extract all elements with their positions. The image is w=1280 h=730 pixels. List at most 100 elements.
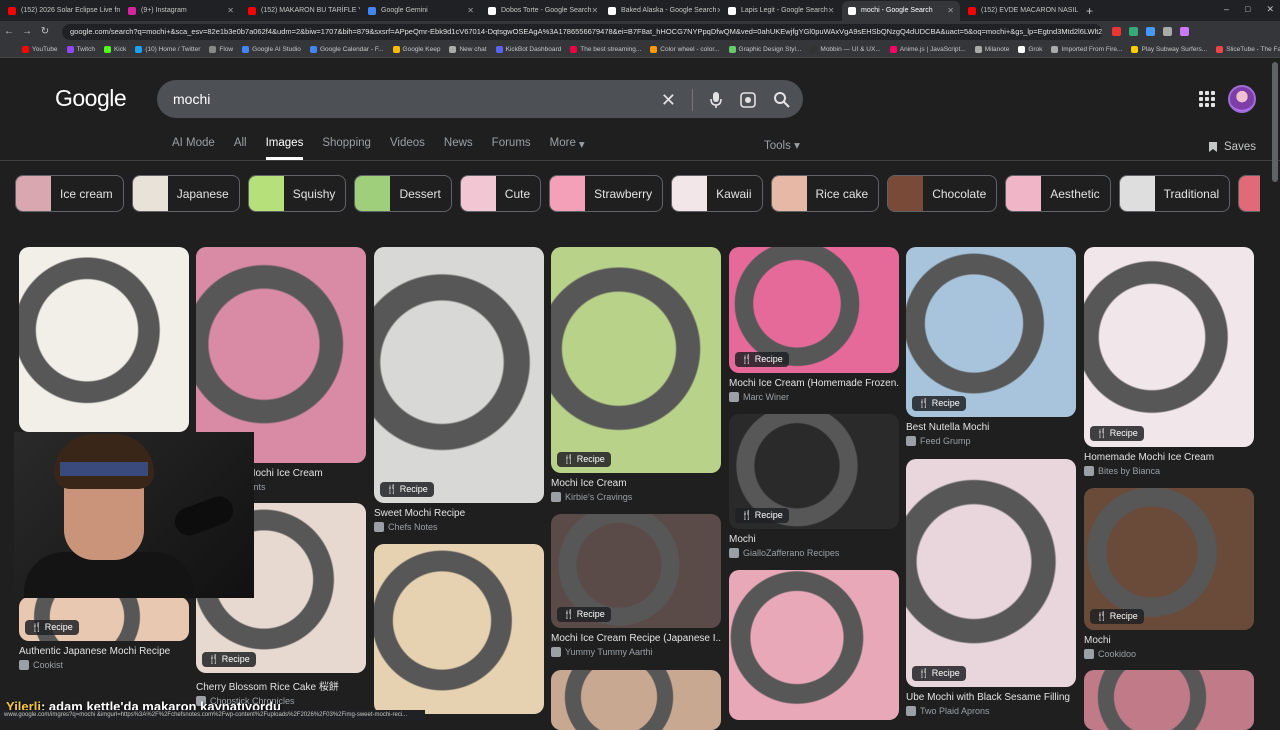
tab-images[interactable]: Images <box>265 137 304 160</box>
tools-button[interactable]: Tools ▾ <box>764 138 800 152</box>
bookmark-item[interactable]: SliceTube - The Fast... <box>1216 46 1280 53</box>
maximize-icon[interactable]: □ <box>1245 4 1250 15</box>
browser-tab[interactable]: (152) 2026 Solar Eclipse Live fro✕ <box>2 1 120 21</box>
search-input[interactable]: mochi <box>173 91 210 107</box>
result-title[interactable]: Mochi Ice Cream (Homemade Frozen... <box>729 378 899 389</box>
tab-shopping[interactable]: Shopping <box>322 137 371 160</box>
result-image[interactable]: 🍴 Recipe <box>1084 247 1254 447</box>
bookmark-item[interactable]: Google Keep <box>392 46 440 53</box>
result-image[interactable]: 🍴 Recipe <box>1084 488 1254 630</box>
refinement-chip[interactable]: Da <box>1238 175 1260 212</box>
extension-icon[interactable] <box>1112 27 1121 36</box>
bookmark-item[interactable]: KickBot Dashboard <box>495 46 561 53</box>
result-title[interactable]: Mochi <box>1084 635 1254 646</box>
clear-icon[interactable]: ✕ <box>661 90 676 111</box>
result-source[interactable]: Chefs Notes <box>374 522 544 532</box>
tab-close-icon[interactable]: ✕ <box>592 6 599 15</box>
browser-tab[interactable]: Google Gemini ✕ <box>362 1 480 21</box>
image-result[interactable]: 🍴 Recipe Mochi Ice Cream Kirbie's Cravings <box>551 247 721 502</box>
tab-close-icon[interactable]: ✕ <box>947 6 954 15</box>
result-title[interactable]: Best Nutella Mochi <box>906 422 1076 433</box>
result-image[interactable]: 🍴 Recipe <box>19 597 189 641</box>
result-source[interactable]: Two Plaid Aprons <box>906 706 1076 716</box>
bookmark-item[interactable]: Flow <box>209 46 233 53</box>
refinement-chip[interactable]: Cute <box>459 175 542 212</box>
result-source[interactable]: GialloZafferano Recipes <box>729 548 899 558</box>
browser-tab[interactable]: Dobos Torte - Google Search ✕ <box>482 1 600 21</box>
camera-search-icon[interactable] <box>739 91 757 109</box>
image-result[interactable]: 🍴 Recipe Mochi Cookidoo <box>1084 488 1254 659</box>
tab-videos[interactable]: Videos <box>390 137 425 160</box>
result-source[interactable]: Marc Winer <box>729 392 899 402</box>
result-title[interactable]: Sweet Mochi Recipe <box>374 508 544 519</box>
bookmark-item[interactable]: Grok <box>1018 46 1042 53</box>
scrollbar[interactable] <box>1272 62 1278 182</box>
profile-icon[interactable] <box>1180 27 1189 36</box>
result-title[interactable]: Authentic Japanese Mochi Recipe <box>19 646 189 657</box>
image-result[interactable]: 🍴 Recipe Sweet Mochi Recipe Chefs Notes <box>374 247 544 532</box>
tab-close-icon[interactable]: ✕ <box>227 6 234 15</box>
refinement-chip[interactable]: Kawaii <box>671 175 763 212</box>
bookmark-item[interactable]: Milanote <box>974 46 1009 53</box>
saves-button[interactable]: Saves <box>1208 141 1256 153</box>
refinement-chip[interactable]: Rice cake <box>770 175 880 212</box>
browser-tab[interactable]: Baked Alaska - Google Search ✕ <box>602 1 720 21</box>
result-source[interactable]: Kirbie's Cravings <box>551 492 721 502</box>
back-icon[interactable]: ← <box>0 26 18 37</box>
bookmark-item[interactable]: New chat <box>449 46 487 53</box>
image-result[interactable]: 🍴 Recipe Authentic Japanese Mochi Recipe C… <box>19 597 189 670</box>
refinement-chip[interactable]: Squishy <box>247 175 347 212</box>
tab-all[interactable]: All <box>234 137 247 160</box>
extension-icon[interactable] <box>1129 27 1138 36</box>
browser-tab[interactable]: (152) MAKARON BU TARİFLE Y✕ <box>242 1 360 21</box>
result-image[interactable]: 🍴 Recipe <box>906 459 1076 687</box>
new-tab-icon[interactable]: + <box>1086 4 1093 18</box>
tab-close-icon[interactable]: ✕ <box>716 6 720 15</box>
result-title[interactable]: Ube Mochi with Black Sesame Filling <box>906 692 1076 703</box>
bookmark-item[interactable]: The best streaming... <box>570 46 641 53</box>
image-result[interactable]: 🍴 Recipe Best Nutella Mochi Feed Grump <box>906 247 1076 446</box>
image-result[interactable] <box>1084 670 1254 730</box>
image-result[interactable]: 🍴 Recipe Ube Mochi with Black Sesame Fill… <box>906 459 1076 716</box>
refinement-chip[interactable]: Ice cream <box>15 175 124 212</box>
result-title[interactable]: Mochi Ice Cream Recipe (Japanese I... <box>551 633 721 644</box>
bookmark-item[interactable]: Play Subway Surfers... <box>1131 46 1207 53</box>
result-title[interactable]: Cherry Blossom Rice Cake 桜餅 <box>196 678 366 693</box>
minimize-icon[interactable]: – <box>1224 4 1229 15</box>
result-image[interactable] <box>19 247 189 432</box>
result-source[interactable]: Feed Grump <box>906 436 1076 446</box>
result-image[interactable]: 🍴 Recipe <box>551 514 721 628</box>
browser-tab[interactable]: mochi - Google Search ✕ <box>842 0 960 21</box>
search-box[interactable]: mochi ✕ <box>157 80 803 118</box>
refinement-chip[interactable]: Chocolate <box>887 175 998 212</box>
result-image[interactable]: 🍴 Recipe <box>729 414 899 529</box>
result-image[interactable]: 🍴 Recipe <box>906 247 1076 417</box>
microphone-icon[interactable] <box>709 91 723 109</box>
bookmark-item[interactable]: Imported From Fire... <box>1051 46 1122 53</box>
refinement-chip[interactable]: Traditional <box>1118 175 1231 212</box>
result-title[interactable]: Mochi Ice Cream <box>551 478 721 489</box>
result-image[interactable] <box>1084 670 1254 730</box>
bookmark-item[interactable]: Google AI Studio <box>242 46 301 53</box>
browser-tab[interactable]: (9+) Instagram ✕ <box>122 1 240 21</box>
image-result[interactable] <box>551 670 721 730</box>
image-result[interactable] <box>374 544 544 714</box>
forward-icon[interactable]: → <box>18 26 36 37</box>
bookmark-item[interactable]: Graphic Design Styl... <box>728 46 801 53</box>
image-result[interactable] <box>19 247 189 432</box>
bookmark-item[interactable]: Kick <box>103 46 126 53</box>
tab-close-icon[interactable]: ✕ <box>828 6 835 15</box>
tab-close-icon[interactable]: ✕ <box>467 6 474 15</box>
result-source[interactable]: Yummy Tummy Aarthi <box>551 647 721 657</box>
extension-icon[interactable] <box>1163 27 1172 36</box>
result-image[interactable]: 🍴 Recipe <box>729 247 899 373</box>
bookmark-item[interactable]: Mobbin — UI & UX... <box>810 46 881 53</box>
tab-more[interactable]: More <box>550 137 576 160</box>
result-source[interactable]: Cookidoo <box>1084 649 1254 659</box>
apps-grid-icon[interactable] <box>1199 91 1215 107</box>
image-result[interactable]: 🍴 Recipe Homemade Mochi Ice Cream Bites by… <box>1084 247 1254 476</box>
tab-forums[interactable]: Forums <box>492 137 531 160</box>
google-logo[interactable]: Google <box>55 85 127 112</box>
result-image[interactable] <box>196 247 366 463</box>
result-source[interactable]: Cookist <box>19 660 189 670</box>
